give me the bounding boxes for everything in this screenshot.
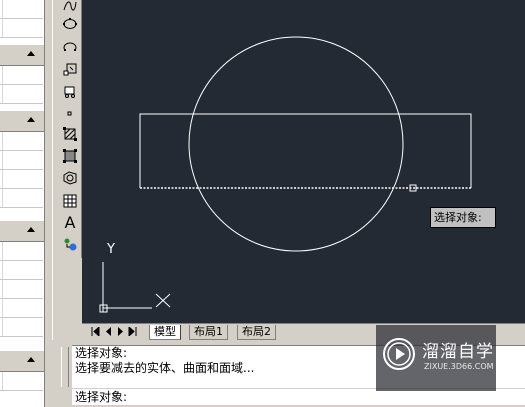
command-input[interactable]: 选择对象:: [72, 389, 525, 405]
point-icon[interactable]: [61, 103, 79, 123]
ucs-x-icon: [155, 293, 171, 308]
drawing-canvas[interactable]: Y 选择对象:: [82, 0, 525, 323]
multiline-text-icon[interactable]: A: [61, 213, 79, 233]
play-logo-icon: [383, 338, 415, 370]
draw-toolbar: A: [59, 0, 82, 258]
make-block-icon[interactable]: [61, 81, 79, 101]
property-row[interactable]: [0, 151, 43, 170]
circle-entity: [188, 36, 404, 252]
ucs-y-label: Y: [106, 242, 115, 257]
property-row[interactable]: [0, 19, 43, 38]
tab-model[interactable]: 模型: [149, 325, 181, 340]
property-row[interactable]: [0, 132, 43, 151]
watermark-text: 溜溜自学: [422, 342, 494, 362]
collapse-arrow-icon[interactable]: [27, 227, 35, 232]
property-row[interactable]: [0, 85, 43, 104]
watermark-url: ZIXUE.3D66.COM: [424, 362, 494, 371]
collapse-arrow-icon[interactable]: [27, 357, 35, 362]
properties-section-header[interactable]: [0, 220, 44, 242]
tab-layout1[interactable]: 布局1: [189, 325, 228, 340]
collapse-arrow-icon[interactable]: [27, 51, 35, 56]
last-tab-icon[interactable]: [127, 326, 138, 337]
property-row[interactable]: [0, 66, 43, 85]
splitter-highlight: [52, 0, 53, 340]
collapse-arrow-icon[interactable]: [27, 117, 35, 122]
property-row[interactable]: [0, 0, 43, 19]
property-row[interactable]: [0, 242, 43, 261]
tab-layout2[interactable]: 布局2: [237, 325, 276, 340]
insert-block-icon[interactable]: [61, 59, 79, 79]
property-row[interactable]: [0, 189, 43, 208]
command-line-grip[interactable]: [61, 347, 69, 387]
dynamic-input-tooltip: 选择对象:: [430, 207, 496, 228]
property-row[interactable]: [0, 261, 43, 280]
property-row[interactable]: [0, 170, 43, 189]
properties-section-header[interactable]: [0, 350, 44, 372]
hatch-icon[interactable]: [61, 124, 79, 144]
property-row[interactable]: [0, 372, 43, 391]
properties-section-header[interactable]: [0, 110, 44, 132]
ellipse-arc-icon[interactable]: [61, 37, 79, 57]
properties-palette: [0, 0, 45, 407]
prev-tab-icon[interactable]: [103, 326, 114, 337]
properties-section-header[interactable]: [0, 44, 44, 66]
property-row[interactable]: [0, 318, 43, 337]
first-tab-icon[interactable]: [90, 326, 101, 337]
watermark: 溜溜自学 ZIXUE.3D66.COM: [376, 325, 496, 391]
table-icon[interactable]: [61, 191, 79, 211]
ellipse-icon[interactable]: [61, 14, 79, 34]
add-selected-icon[interactable]: [61, 234, 79, 254]
region-icon[interactable]: [61, 168, 79, 188]
property-row[interactable]: [0, 299, 43, 318]
model-space-drawing: Y: [99, 36, 472, 313]
property-row[interactable]: [0, 280, 43, 299]
gradient-icon[interactable]: [61, 146, 79, 166]
next-tab-icon[interactable]: [115, 326, 126, 337]
